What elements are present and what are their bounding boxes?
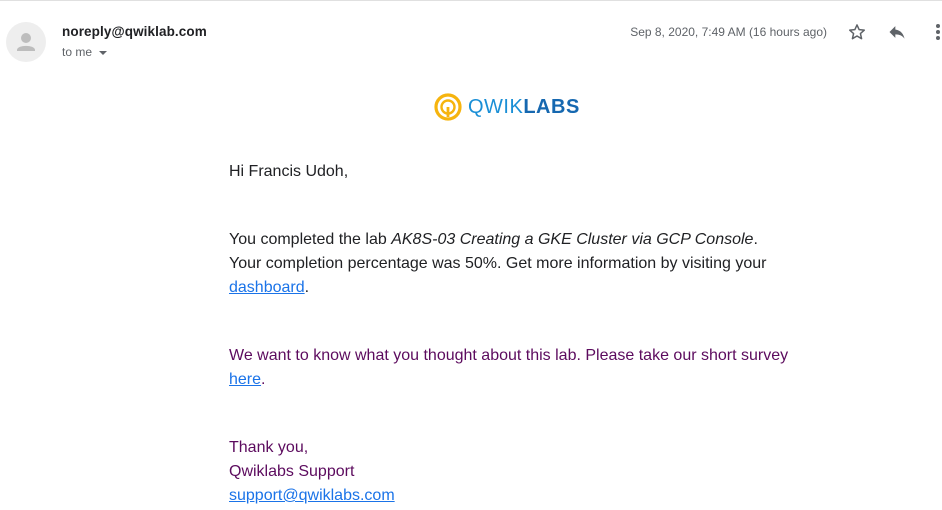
completion-prefix: You completed the lab	[229, 231, 392, 248]
signoff: Thank you, Qwiklabs Support support@qwikla…	[229, 436, 789, 508]
message-datetime: Sep 8, 2020, 7:49 AM (16 hours ago)	[630, 25, 827, 39]
thanks-text: Thank you,	[229, 439, 309, 456]
more-options-button[interactable]	[926, 20, 942, 44]
period: .	[261, 371, 266, 388]
signature: Qwiklabs Support	[229, 463, 355, 480]
period: .	[304, 279, 310, 296]
message-body: Hi Francis Udoh, You completed the lab A…	[229, 160, 789, 508]
dashboard-link[interactable]: dashboard	[229, 279, 305, 296]
survey-prefix: We want to know what you thought about t…	[229, 347, 789, 364]
lab-name: AK8S-03 Creating a GKE Cluster via GCP C…	[391, 231, 754, 248]
avatar[interactable]	[6, 22, 46, 62]
greeting: Hi Francis Udoh,	[229, 163, 349, 180]
reply-icon	[889, 26, 905, 39]
completion-paragraph: You completed the lab AK8S-03 Creating a…	[229, 228, 789, 300]
sender-address[interactable]: noreply@qwiklab.com	[62, 24, 207, 39]
recipient-label: to me	[62, 45, 93, 59]
person-avatar-icon	[17, 33, 35, 51]
qwiklabs-logo: QWIKLABS	[434, 93, 580, 121]
chevron-down-icon	[99, 50, 108, 55]
star-icon	[849, 24, 865, 40]
recipient-toggle[interactable]: to me	[62, 45, 108, 59]
logo-wordmark: QWIKLABS	[468, 96, 580, 119]
top-divider	[0, 0, 942, 1]
more-vert-icon	[936, 24, 940, 40]
logo-text-part2: LABS	[523, 95, 580, 118]
star-button[interactable]	[845, 20, 869, 44]
survey-link[interactable]: here	[229, 371, 261, 388]
qwiklabs-logo-icon	[434, 93, 462, 121]
logo-text-part1: QWIK	[468, 95, 524, 118]
survey-paragraph: We want to know what you thought about t…	[229, 344, 789, 392]
support-email-link[interactable]: support@qwiklabs.com	[229, 487, 395, 504]
reply-button[interactable]	[885, 20, 909, 44]
